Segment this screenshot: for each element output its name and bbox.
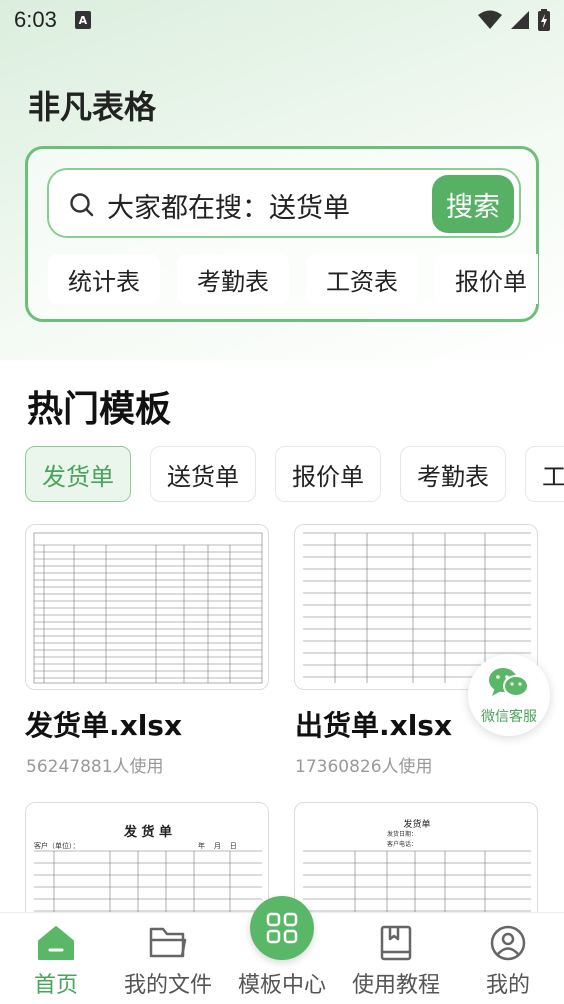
quick-tags: 统计表 考勤表 工资表 报价单 [48, 254, 538, 306]
nav-label: 首页 [33, 973, 78, 998]
quick-tag[interactable]: 考勤表 [177, 254, 289, 304]
filter-chip[interactable]: 送货单 [150, 446, 256, 502]
search-placeholder: 大家都在搜：送货单 [107, 193, 350, 224]
status-icons [478, 9, 550, 31]
user-icon [490, 925, 526, 961]
nav-my-files[interactable]: 我的文件 [112, 913, 224, 1004]
wechat-service-label: 微信客服 [481, 709, 537, 725]
template-thumbnail[interactable] [25, 524, 269, 690]
quick-tag[interactable]: 统计表 [48, 254, 160, 304]
search-button[interactable]: 搜索 [432, 175, 514, 233]
wechat-service-button[interactable]: 微信客服 [468, 654, 550, 736]
folder-icon [149, 927, 187, 958]
quick-tag[interactable]: 报价单 [435, 254, 538, 304]
template-usage: 17360826人使用 [295, 757, 433, 777]
book-icon [380, 925, 412, 961]
spreadsheet-preview [33, 532, 263, 684]
notification-icon: A [74, 11, 91, 29]
nav-home[interactable]: 首页 [0, 913, 112, 1004]
filter-chip[interactable]: 报价单 [275, 446, 381, 502]
filter-chip[interactable]: 工 [525, 446, 564, 502]
search-input[interactable]: 大家都在搜：送货单 搜索 [47, 168, 521, 238]
status-time: 6:03 [14, 7, 57, 32]
nav-label: 使用教程 [351, 973, 440, 998]
nav-label: 我的 [485, 973, 530, 998]
nav-tutorial[interactable]: 使用教程 [340, 913, 452, 1004]
app-title: 非凡表格 [28, 88, 157, 126]
filter-chip[interactable]: 考勤表 [400, 446, 506, 502]
wifi-icon [478, 10, 502, 29]
search-icon [70, 193, 94, 217]
template-title[interactable]: 出货单.xlsx [295, 704, 452, 744]
grid-icon [266, 912, 298, 944]
search-card: 大家都在搜：送货单 搜索 统计表 考勤表 工资表 报价单 [25, 146, 539, 322]
status-bar: 6:03 A [0, 0, 564, 40]
category-filter-row: 发货单 送货单 报价单 考勤表 工 [0, 444, 564, 504]
home-icon [38, 926, 74, 960]
signal-icon [511, 11, 529, 29]
template-title[interactable]: 发货单.xlsx [25, 704, 182, 744]
filter-chip-active[interactable]: 发货单 [25, 446, 131, 502]
nav-label: 我的文件 [123, 973, 212, 998]
wechat-icon [489, 668, 529, 697]
nav-profile[interactable]: 我的 [452, 913, 564, 1004]
battery-icon [538, 9, 550, 31]
nav-label: 模板中心 [237, 973, 326, 998]
template-usage: 56247881人使用 [26, 757, 164, 777]
section-title: 热门模板 [27, 389, 172, 430]
quick-tag[interactable]: 工资表 [306, 254, 418, 304]
template-center-button[interactable] [250, 896, 314, 960]
